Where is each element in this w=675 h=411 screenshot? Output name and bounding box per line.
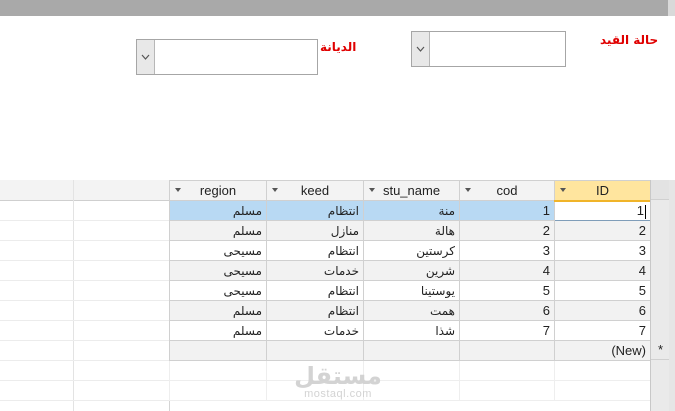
- table-row[interactable]: مسيحى خدمات شرين 4 4: [169, 260, 651, 281]
- empty-row: [169, 360, 651, 381]
- datasheet-column-divider: [73, 180, 74, 411]
- cell-cod[interactable]: 4: [459, 260, 555, 281]
- cell-keed[interactable]: انتظام: [266, 280, 364, 301]
- grid-line: [0, 280, 169, 281]
- status-dropdown-arrow[interactable]: [412, 32, 430, 66]
- column-header-stu-name[interactable]: stu_name: [363, 180, 460, 201]
- new-record-cell[interactable]: [459, 340, 555, 361]
- grid-line: [0, 300, 169, 301]
- religion-dropdown-arrow[interactable]: [137, 40, 155, 74]
- status-filter-label: حالة القيد: [600, 33, 659, 47]
- cell-cod[interactable]: 7: [459, 320, 555, 341]
- cell-id[interactable]: 4: [554, 260, 651, 281]
- cell-region[interactable]: مسلم: [169, 220, 267, 241]
- cell-keed[interactable]: خدمات: [266, 320, 364, 341]
- watermark-arabic: مستقل: [294, 362, 382, 390]
- watermark: مستقل mostaql.com: [288, 364, 388, 400]
- cell-cod[interactable]: 6: [459, 300, 555, 321]
- datasheet-header-strip: [0, 180, 169, 201]
- cell-id[interactable]: 3: [554, 240, 651, 261]
- empty-cell: [554, 380, 651, 401]
- empty-cell: [459, 360, 555, 381]
- grid-line: [0, 320, 169, 321]
- empty-cell: [459, 380, 555, 401]
- grid-line: [0, 340, 169, 341]
- vertical-scrollbar[interactable]: [669, 180, 675, 411]
- table-row[interactable]: مسيحى انتظام كرستين 3 3: [169, 240, 651, 261]
- cell-cod[interactable]: 2: [459, 220, 555, 241]
- column-header-keed[interactable]: keed: [266, 180, 364, 201]
- select-all-corner[interactable]: [651, 180, 670, 200]
- chevron-down-icon: [141, 54, 150, 60]
- cell-cod[interactable]: 5: [459, 280, 555, 301]
- grid-line: [0, 240, 169, 241]
- grid-line: [0, 260, 169, 261]
- religion-filter-label: الديانة: [320, 40, 357, 54]
- students-table: region keed stu_name cod ID مسلم انتظام من…: [169, 180, 651, 401]
- column-menu-arrow[interactable]: [272, 188, 278, 192]
- cell-cod[interactable]: 1: [459, 200, 555, 221]
- cell-keed[interactable]: خدمات: [266, 260, 364, 281]
- cell-stu-name[interactable]: كرستين: [363, 240, 460, 261]
- chevron-down-icon: [416, 46, 425, 52]
- cell-id[interactable]: 2: [554, 220, 651, 241]
- table-row[interactable]: مسلم منازل هالة 2 2: [169, 220, 651, 241]
- new-record-row[interactable]: (New): [169, 340, 651, 361]
- table-row[interactable]: مسلم انتظام منة 1 1: [169, 200, 651, 221]
- cell-id[interactable]: 7: [554, 320, 651, 341]
- status-filter-combobox[interactable]: [411, 31, 566, 67]
- cell-id[interactable]: 1: [554, 200, 651, 221]
- cell-region[interactable]: مسلم: [169, 320, 267, 341]
- cell-region[interactable]: مسيحى: [169, 240, 267, 261]
- grid-line: [0, 380, 169, 381]
- cell-region[interactable]: مسيحى: [169, 280, 267, 301]
- empty-cell: [169, 360, 267, 381]
- cell-keed[interactable]: انتظام: [266, 240, 364, 261]
- table-row[interactable]: مسلم انتظام همت 6 6: [169, 300, 651, 321]
- column-menu-arrow[interactable]: [465, 188, 471, 192]
- column-menu-arrow[interactable]: [175, 188, 181, 192]
- cell-keed[interactable]: انتظام: [266, 300, 364, 321]
- window-top-bar-edge: [668, 0, 675, 16]
- empty-row: [169, 380, 651, 401]
- column-header-id[interactable]: ID: [554, 180, 651, 202]
- column-header-region[interactable]: region: [169, 180, 267, 201]
- window-top-bar: [0, 0, 675, 16]
- text-cursor: [645, 204, 646, 219]
- cell-id[interactable]: 6: [554, 300, 651, 321]
- grid-line: [0, 220, 169, 221]
- column-header-cod[interactable]: cod: [459, 180, 555, 201]
- new-record-marker: *: [651, 340, 670, 360]
- cell-id[interactable]: 5: [554, 280, 651, 301]
- datasheet-empty-area: [0, 180, 170, 411]
- new-record-id-cell[interactable]: (New): [554, 340, 651, 361]
- new-record-cell[interactable]: [363, 340, 460, 361]
- new-record-cell[interactable]: [266, 340, 364, 361]
- cell-region[interactable]: مسلم: [169, 300, 267, 321]
- new-record-cell[interactable]: [169, 340, 267, 361]
- cell-stu-name[interactable]: همت: [363, 300, 460, 321]
- grid-line: [0, 400, 169, 401]
- cell-region[interactable]: مسيحى: [169, 260, 267, 281]
- cell-stu-name[interactable]: شرين: [363, 260, 460, 281]
- table-row[interactable]: مسلم خدمات شذا 7 7: [169, 320, 651, 341]
- cell-stu-name[interactable]: يوستينا: [363, 280, 460, 301]
- cell-keed[interactable]: انتظام: [266, 200, 364, 221]
- cell-region[interactable]: مسلم: [169, 200, 267, 221]
- cell-stu-name[interactable]: هالة: [363, 220, 460, 241]
- cell-keed[interactable]: منازل: [266, 220, 364, 241]
- cell-cod[interactable]: 3: [459, 240, 555, 261]
- grid-line: [0, 360, 169, 361]
- empty-cell: [169, 380, 267, 401]
- religion-filter-combobox[interactable]: [136, 39, 318, 75]
- cell-stu-name[interactable]: منة: [363, 200, 460, 221]
- column-menu-arrow[interactable]: [369, 188, 375, 192]
- record-selector-column: *: [650, 180, 670, 411]
- table-row[interactable]: مسيحى انتظام يوستينا 5 5: [169, 280, 651, 301]
- empty-cell: [554, 360, 651, 381]
- cell-stu-name[interactable]: شذا: [363, 320, 460, 341]
- column-menu-arrow[interactable]: [560, 188, 566, 192]
